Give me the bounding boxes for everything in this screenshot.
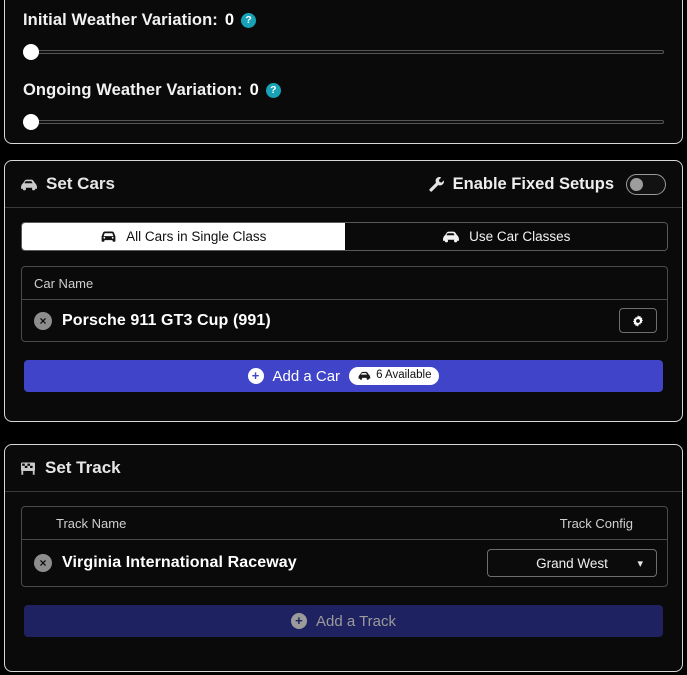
track-name: Virginia International Raceway: [62, 554, 297, 571]
set-track-title: Set Track: [19, 458, 121, 478]
car-list: Car Name × Porsche 911 GT3 Cup (991): [21, 266, 668, 342]
wrench-icon: [428, 176, 445, 193]
tab-all-cars-in-single-class[interactable]: All Cars in Single Class: [22, 223, 345, 250]
set-track-body: Track Name Track Config × Virginia Inter…: [5, 492, 682, 587]
tab-use-car-classes[interactable]: Use Car Classes: [344, 223, 667, 250]
enable-fixed-setups-text: Enable Fixed Setups: [452, 174, 614, 193]
track-config-select[interactable]: Grand West ▾: [487, 549, 657, 577]
set-cars-title: Set Cars: [19, 174, 115, 194]
slider-handle[interactable]: [23, 114, 39, 130]
toggle-knob: [630, 178, 643, 191]
add-car-wrap: + Add a Car 6 Available: [5, 360, 682, 392]
tab-label: Use Car Classes: [469, 229, 571, 244]
ongoing-weather-variation-group: Ongoing Weather Variation: 0 ?: [23, 81, 664, 133]
car-class-mode-tabs: All Cars in Single Class Use Car Classes: [21, 222, 668, 251]
column-header-car-name: Car Name: [34, 275, 94, 291]
car-side-icon: [357, 370, 371, 381]
ongoing-weather-variation-label-text: Ongoing Weather Variation:: [23, 81, 243, 99]
ongoing-weather-variation-value: 0: [249, 81, 259, 99]
set-track-title-text: Set Track: [45, 458, 121, 477]
plus-icon: +: [290, 613, 307, 629]
ongoing-weather-variation-label: Ongoing Weather Variation: 0 ?: [23, 81, 664, 100]
help-icon[interactable]: ?: [241, 13, 257, 28]
remove-track-icon[interactable]: ×: [34, 554, 52, 572]
set-cars-header: Set Cars Enable Fixed Setups: [5, 161, 682, 208]
tab-label: All Cars in Single Class: [126, 229, 267, 244]
track-list-header: Track Name Track Config: [22, 507, 667, 540]
initial-weather-variation-label-text: Initial Weather Variation:: [23, 11, 218, 29]
column-header-track-name: Track Name: [56, 515, 127, 531]
car-side-icon: [19, 177, 38, 192]
add-track-wrap: + Add a Track: [5, 605, 682, 637]
track-config-value: Grand West: [536, 555, 608, 571]
checkered-flag-icon: [19, 460, 37, 476]
table-row: × Porsche 911 GT3 Cup (991): [22, 300, 667, 341]
add-track-label: Add a Track: [315, 612, 397, 630]
add-car-button[interactable]: + Add a Car 6 Available: [24, 360, 663, 392]
enable-fixed-setups-toggle[interactable]: [626, 173, 666, 195]
set-track-panel: Set Track Track Name Track Config × Virg…: [4, 444, 683, 672]
initial-weather-variation-group: Initial Weather Variation: 0 ?: [23, 11, 664, 63]
gear-icon: [631, 314, 645, 328]
track-row-left: × Virginia International Raceway: [34, 554, 297, 572]
weather-variation-panel: Initial Weather Variation: 0 ? Ongoing W…: [4, 0, 683, 144]
table-row: × Virginia International Raceway Grand W…: [22, 540, 667, 586]
plus-icon: +: [247, 368, 264, 384]
remove-car-icon[interactable]: ×: [34, 311, 52, 330]
chevron-down-icon: ▾: [637, 557, 643, 570]
slider-track: [23, 120, 664, 124]
set-cars-body: All Cars in Single Class Use Car Classes: [5, 208, 682, 342]
slider-handle[interactable]: [23, 44, 39, 60]
set-cars-title-text: Set Cars: [46, 174, 115, 193]
cars-available-text: 6 Available: [376, 369, 432, 382]
car-name: Porsche 911 GT3 Cup (991): [62, 311, 271, 329]
set-cars-header-actions: Enable Fixed Setups: [428, 173, 666, 195]
initial-weather-variation-slider[interactable]: [23, 41, 664, 63]
ongoing-weather-variation-slider[interactable]: [23, 111, 664, 133]
set-cars-panel: Set Cars Enable Fixed Setups All Cars in…: [4, 160, 683, 422]
cars-available-badge: 6 Available: [349, 367, 440, 385]
car-settings-button[interactable]: [619, 308, 657, 333]
enable-fixed-setups-label[interactable]: Enable Fixed Setups: [428, 175, 614, 194]
help-icon[interactable]: ?: [265, 83, 281, 98]
add-car-label: Add a Car: [272, 367, 341, 385]
car-side-icon: [441, 229, 460, 244]
track-list: Track Name Track Config × Virginia Inter…: [21, 506, 668, 587]
initial-weather-variation-value: 0: [224, 11, 235, 29]
set-track-header: Set Track: [5, 445, 682, 492]
slider-track: [23, 50, 664, 54]
initial-weather-variation-label: Initial Weather Variation: 0 ?: [23, 11, 664, 30]
car-row-left: × Porsche 911 GT3 Cup (991): [34, 311, 271, 330]
car-front-icon: [100, 230, 117, 243]
column-header-track-config: Track Config: [559, 515, 633, 531]
car-list-header: Car Name: [22, 267, 667, 300]
settings-page: Initial Weather Variation: 0 ? Ongoing W…: [0, 0, 687, 675]
add-track-button[interactable]: + Add a Track: [24, 605, 663, 637]
